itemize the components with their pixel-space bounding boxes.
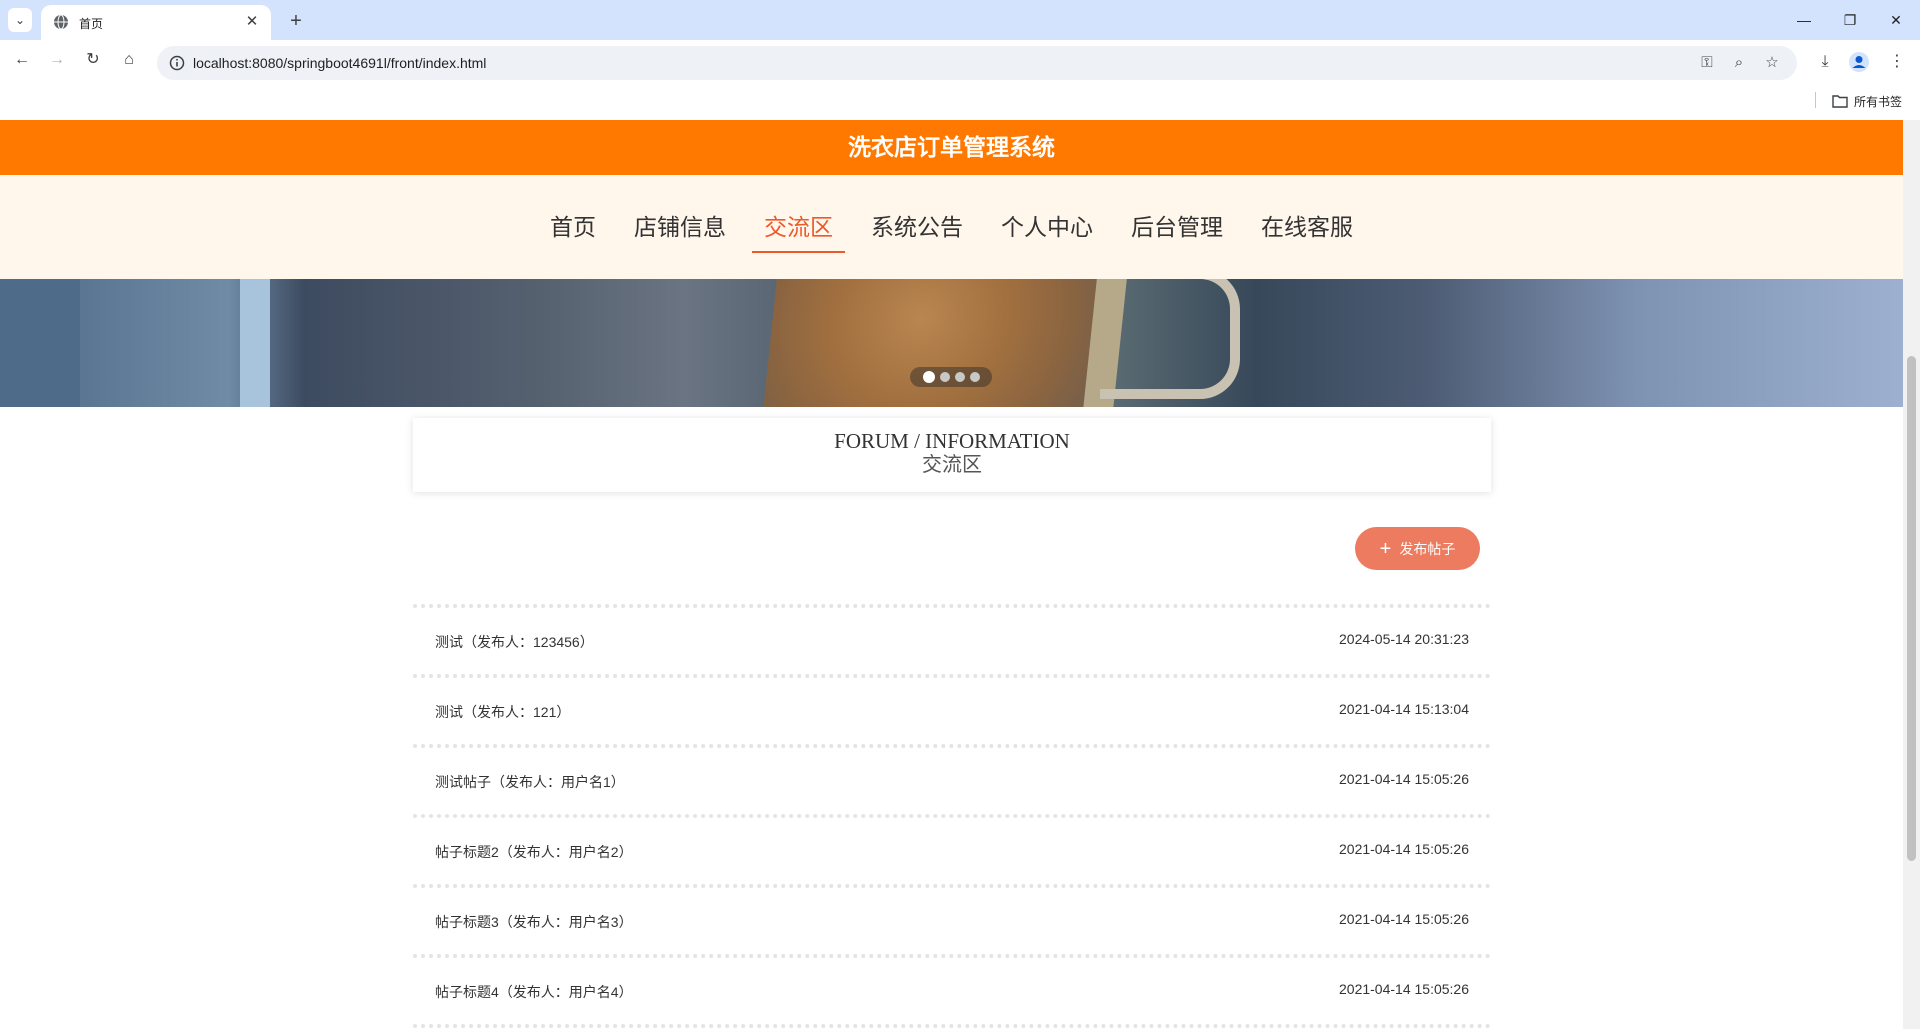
restore-icon[interactable]: ❐	[1830, 6, 1870, 34]
publish-post-label: 发布帖子	[1399, 540, 1456, 557]
reload-icon[interactable]: ↻	[81, 48, 105, 72]
globe-icon	[54, 14, 68, 30]
section-title-cn: 交流区	[922, 454, 982, 476]
folder-icon	[1832, 95, 1848, 108]
section-title-en: FORUM / INFORMATION	[834, 429, 1070, 453]
site-title: 洗衣店订单管理系统	[0, 120, 1903, 175]
carousel-dot-4[interactable]	[969, 372, 980, 382]
post-list: 测试（发布人：123456） 2024-05-14 20:31:23 测试（发布…	[413, 604, 1491, 1028]
profile-avatar-icon[interactable]	[1847, 50, 1871, 74]
post-title[interactable]: 测试（发布人：121）	[435, 702, 570, 722]
list-item[interactable]: 帖子标题4（发布人：用户名4） 2021-04-14 15:05:26	[413, 954, 1491, 1024]
new-tab-plus-icon[interactable]: +	[283, 8, 309, 34]
post-title[interactable]: 测试（发布人：123456）	[435, 632, 594, 652]
home-icon[interactable]: ⌂	[117, 48, 141, 72]
list-item[interactable]: 测试（发布人：121） 2021-04-14 15:13:04	[413, 674, 1491, 744]
scrollbar-thumb[interactable]	[1907, 356, 1916, 861]
post-time: 2021-04-14 15:05:26	[1339, 911, 1469, 927]
post-time: 2021-04-14 15:05:26	[1339, 841, 1469, 857]
zoom-icon[interactable]: ⌕	[1730, 54, 1748, 72]
download-icon[interactable]: ⤓	[1813, 50, 1837, 74]
section-heading: FORUM / INFORMATION 交流区	[413, 418, 1491, 492]
nav-item-shop-info[interactable]: 店铺信息	[622, 205, 738, 249]
list-item[interactable]: 测试（发布人：123456） 2024-05-14 20:31:23	[413, 604, 1491, 674]
nav-item-personal-center[interactable]: 个人中心	[989, 205, 1105, 249]
post-time: 2021-04-14 15:05:26	[1339, 981, 1469, 997]
banner-image-part	[761, 279, 1109, 407]
post-title[interactable]: 帖子标题4（发布人：用户名4）	[435, 982, 633, 1002]
post-title[interactable]: 帖子标题2（发布人：用户名2）	[435, 842, 633, 862]
all-bookmarks-label: 所有书签	[1854, 94, 1903, 109]
browser-tab-bar: ⌄ 首页 ✕ + — ❐ ✕	[0, 0, 1920, 40]
browser-tab[interactable]: 首页 ✕	[41, 5, 271, 40]
post-title[interactable]: 测试帖子（发布人：用户名1）	[435, 772, 625, 792]
tab-title: 首页	[79, 17, 104, 31]
url-text: localhost:8080/springboot4691l/front/ind…	[193, 55, 487, 71]
banner-image-part	[240, 279, 270, 407]
main-navigation: 首页 店铺信息 交流区 系统公告 个人中心 后台管理 在线客服	[0, 175, 1903, 279]
page-scrollbar[interactable]	[1903, 120, 1920, 1029]
banner-carousel[interactable]	[0, 279, 1903, 407]
post-title[interactable]: 帖子标题3（发布人：用户名3）	[435, 912, 633, 932]
nav-item-admin[interactable]: 后台管理	[1119, 205, 1235, 249]
list-item[interactable]: 帖子标题3（发布人：用户名3） 2021-04-14 15:05:26	[413, 884, 1491, 954]
page-viewport: 洗衣店订单管理系统 首页 店铺信息 交流区 系统公告 个人中心 后台管理 在线客…	[0, 120, 1903, 1029]
nav-item-home[interactable]: 首页	[538, 205, 608, 249]
bookmark-star-icon[interactable]: ☆	[1763, 54, 1781, 72]
list-divider	[413, 1024, 1491, 1028]
post-time: 2021-04-14 15:05:26	[1339, 771, 1469, 787]
tab-list-chevron-icon[interactable]: ⌄	[8, 8, 32, 32]
carousel-dot-2[interactable]	[939, 372, 950, 382]
address-bar[interactable]: localhost:8080/springboot4691l/front/ind…	[157, 46, 1797, 80]
publish-post-button[interactable]: + 发布帖子	[1355, 527, 1480, 570]
nav-item-customer-service[interactable]: 在线客服	[1249, 205, 1365, 249]
banner-image-part	[1100, 279, 1240, 399]
bookmarks-separator	[1815, 92, 1816, 108]
carousel-dot-1[interactable]	[922, 371, 935, 383]
forward-arrow-icon[interactable]: →	[45, 48, 69, 72]
menu-kebab-icon[interactable]: ⋮	[1885, 50, 1909, 74]
tab-close-icon[interactable]: ✕	[243, 13, 261, 31]
password-key-icon[interactable]: ⚿	[1698, 54, 1716, 72]
list-item[interactable]: 帖子标题2（发布人：用户名2） 2021-04-14 15:05:26	[413, 814, 1491, 884]
list-item[interactable]: 测试帖子（发布人：用户名1） 2021-04-14 15:05:26	[413, 744, 1491, 814]
window-close-icon[interactable]: ✕	[1876, 6, 1916, 34]
back-arrow-icon[interactable]: ←	[10, 48, 34, 72]
minimize-icon[interactable]: —	[1784, 6, 1824, 34]
site-info-icon[interactable]	[169, 55, 185, 71]
banner-image-part	[0, 279, 80, 407]
carousel-dot-3[interactable]	[954, 372, 965, 382]
nav-item-announcements[interactable]: 系统公告	[859, 205, 975, 249]
post-time: 2021-04-14 15:13:04	[1339, 701, 1469, 717]
all-bookmarks-button[interactable]: 所有书签	[1832, 92, 1902, 110]
carousel-indicators	[910, 367, 992, 387]
bookmarks-bar	[0, 80, 1920, 120]
plus-icon: +	[1379, 537, 1392, 560]
nav-item-forum[interactable]: 交流区	[752, 205, 845, 253]
post-time: 2024-05-14 20:31:23	[1339, 631, 1469, 647]
